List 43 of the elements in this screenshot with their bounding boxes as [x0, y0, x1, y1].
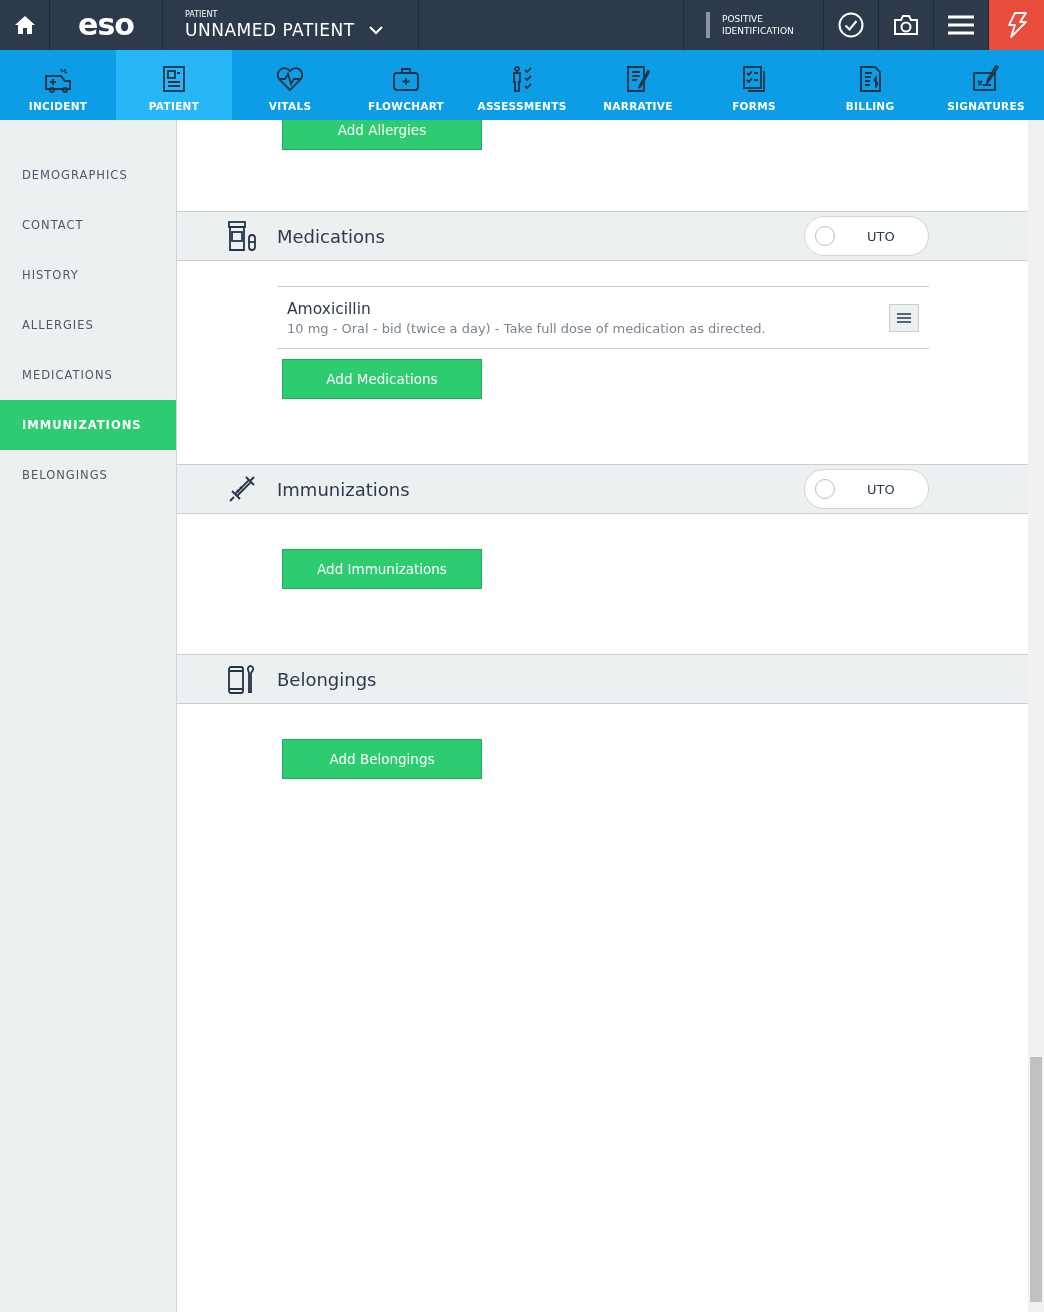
- app-logo: eso: [78, 10, 134, 40]
- sidebar-item[interactable]: MEDICATIONS: [0, 350, 176, 400]
- nav-tab[interactable]: FLOWCHART: [348, 50, 464, 120]
- check-circle-icon: [838, 12, 864, 38]
- home-icon: [13, 15, 36, 35]
- nav-tab[interactable]: SIGNATURES: [928, 50, 1044, 120]
- section-title: Belongings: [277, 668, 378, 690]
- positive-identification-label: POSITIVE IDENTIFICATION: [722, 13, 795, 37]
- nav-tab[interactable]: VITALS: [232, 50, 348, 120]
- uto-toggle[interactable]: UTO: [804, 469, 929, 509]
- sidebar-item[interactable]: IMMUNIZATIONS: [0, 400, 176, 450]
- section-title: Immunizations: [277, 478, 411, 500]
- nav-tab[interactable]: BILLING: [812, 50, 928, 120]
- nav-tab[interactable]: FORMS: [696, 50, 812, 120]
- nav-tab[interactable]: PATIENT: [116, 50, 232, 120]
- sidebar-item[interactable]: CONTACT: [0, 200, 176, 250]
- camera-icon: [893, 14, 919, 36]
- pill-bottle-icon: [226, 220, 258, 252]
- add-button[interactable]: Add Belongings: [282, 739, 482, 779]
- heart-pulse-icon: [275, 64, 305, 94]
- signature-icon: [971, 64, 1001, 94]
- menu-icon: [948, 15, 974, 35]
- sidebar-item[interactable]: HISTORY: [0, 250, 176, 300]
- nav-tab[interactable]: INCIDENT: [0, 50, 116, 120]
- uto-toggle[interactable]: UTO: [804, 216, 929, 256]
- sidebar-item[interactable]: BELONGINGS: [0, 450, 176, 500]
- add-button[interactable]: Add Immunizations: [282, 549, 482, 589]
- item-menu-button[interactable]: [889, 303, 919, 332]
- add-button[interactable]: Add Medications: [282, 359, 482, 399]
- nav-tab[interactable]: ASSESSMENTS: [464, 50, 580, 120]
- lightning-button[interactable]: [988, 0, 1044, 50]
- section-title: Medications: [277, 225, 386, 247]
- scrollbar-thumb[interactable]: [1030, 1057, 1042, 1302]
- sidebar-item[interactable]: ALLERGIES: [0, 300, 176, 350]
- sidebar-item[interactable]: DEMOGRAPHICS: [0, 150, 176, 200]
- nav-tab[interactable]: NARRATIVE: [580, 50, 696, 120]
- lightning-icon: [1005, 12, 1028, 38]
- medication-detail: 10 mg - Oral - bid (twice a day) - Take full dose of medication as directed.: [287, 320, 767, 336]
- chevron-down-icon: [368, 25, 383, 35]
- scrollbar[interactable]: [1028, 120, 1044, 1312]
- menu-icon: [897, 312, 911, 323]
- add-allergies-button[interactable]: Add Allergies: [282, 120, 482, 150]
- medication-name: Amoxicillin: [287, 299, 372, 318]
